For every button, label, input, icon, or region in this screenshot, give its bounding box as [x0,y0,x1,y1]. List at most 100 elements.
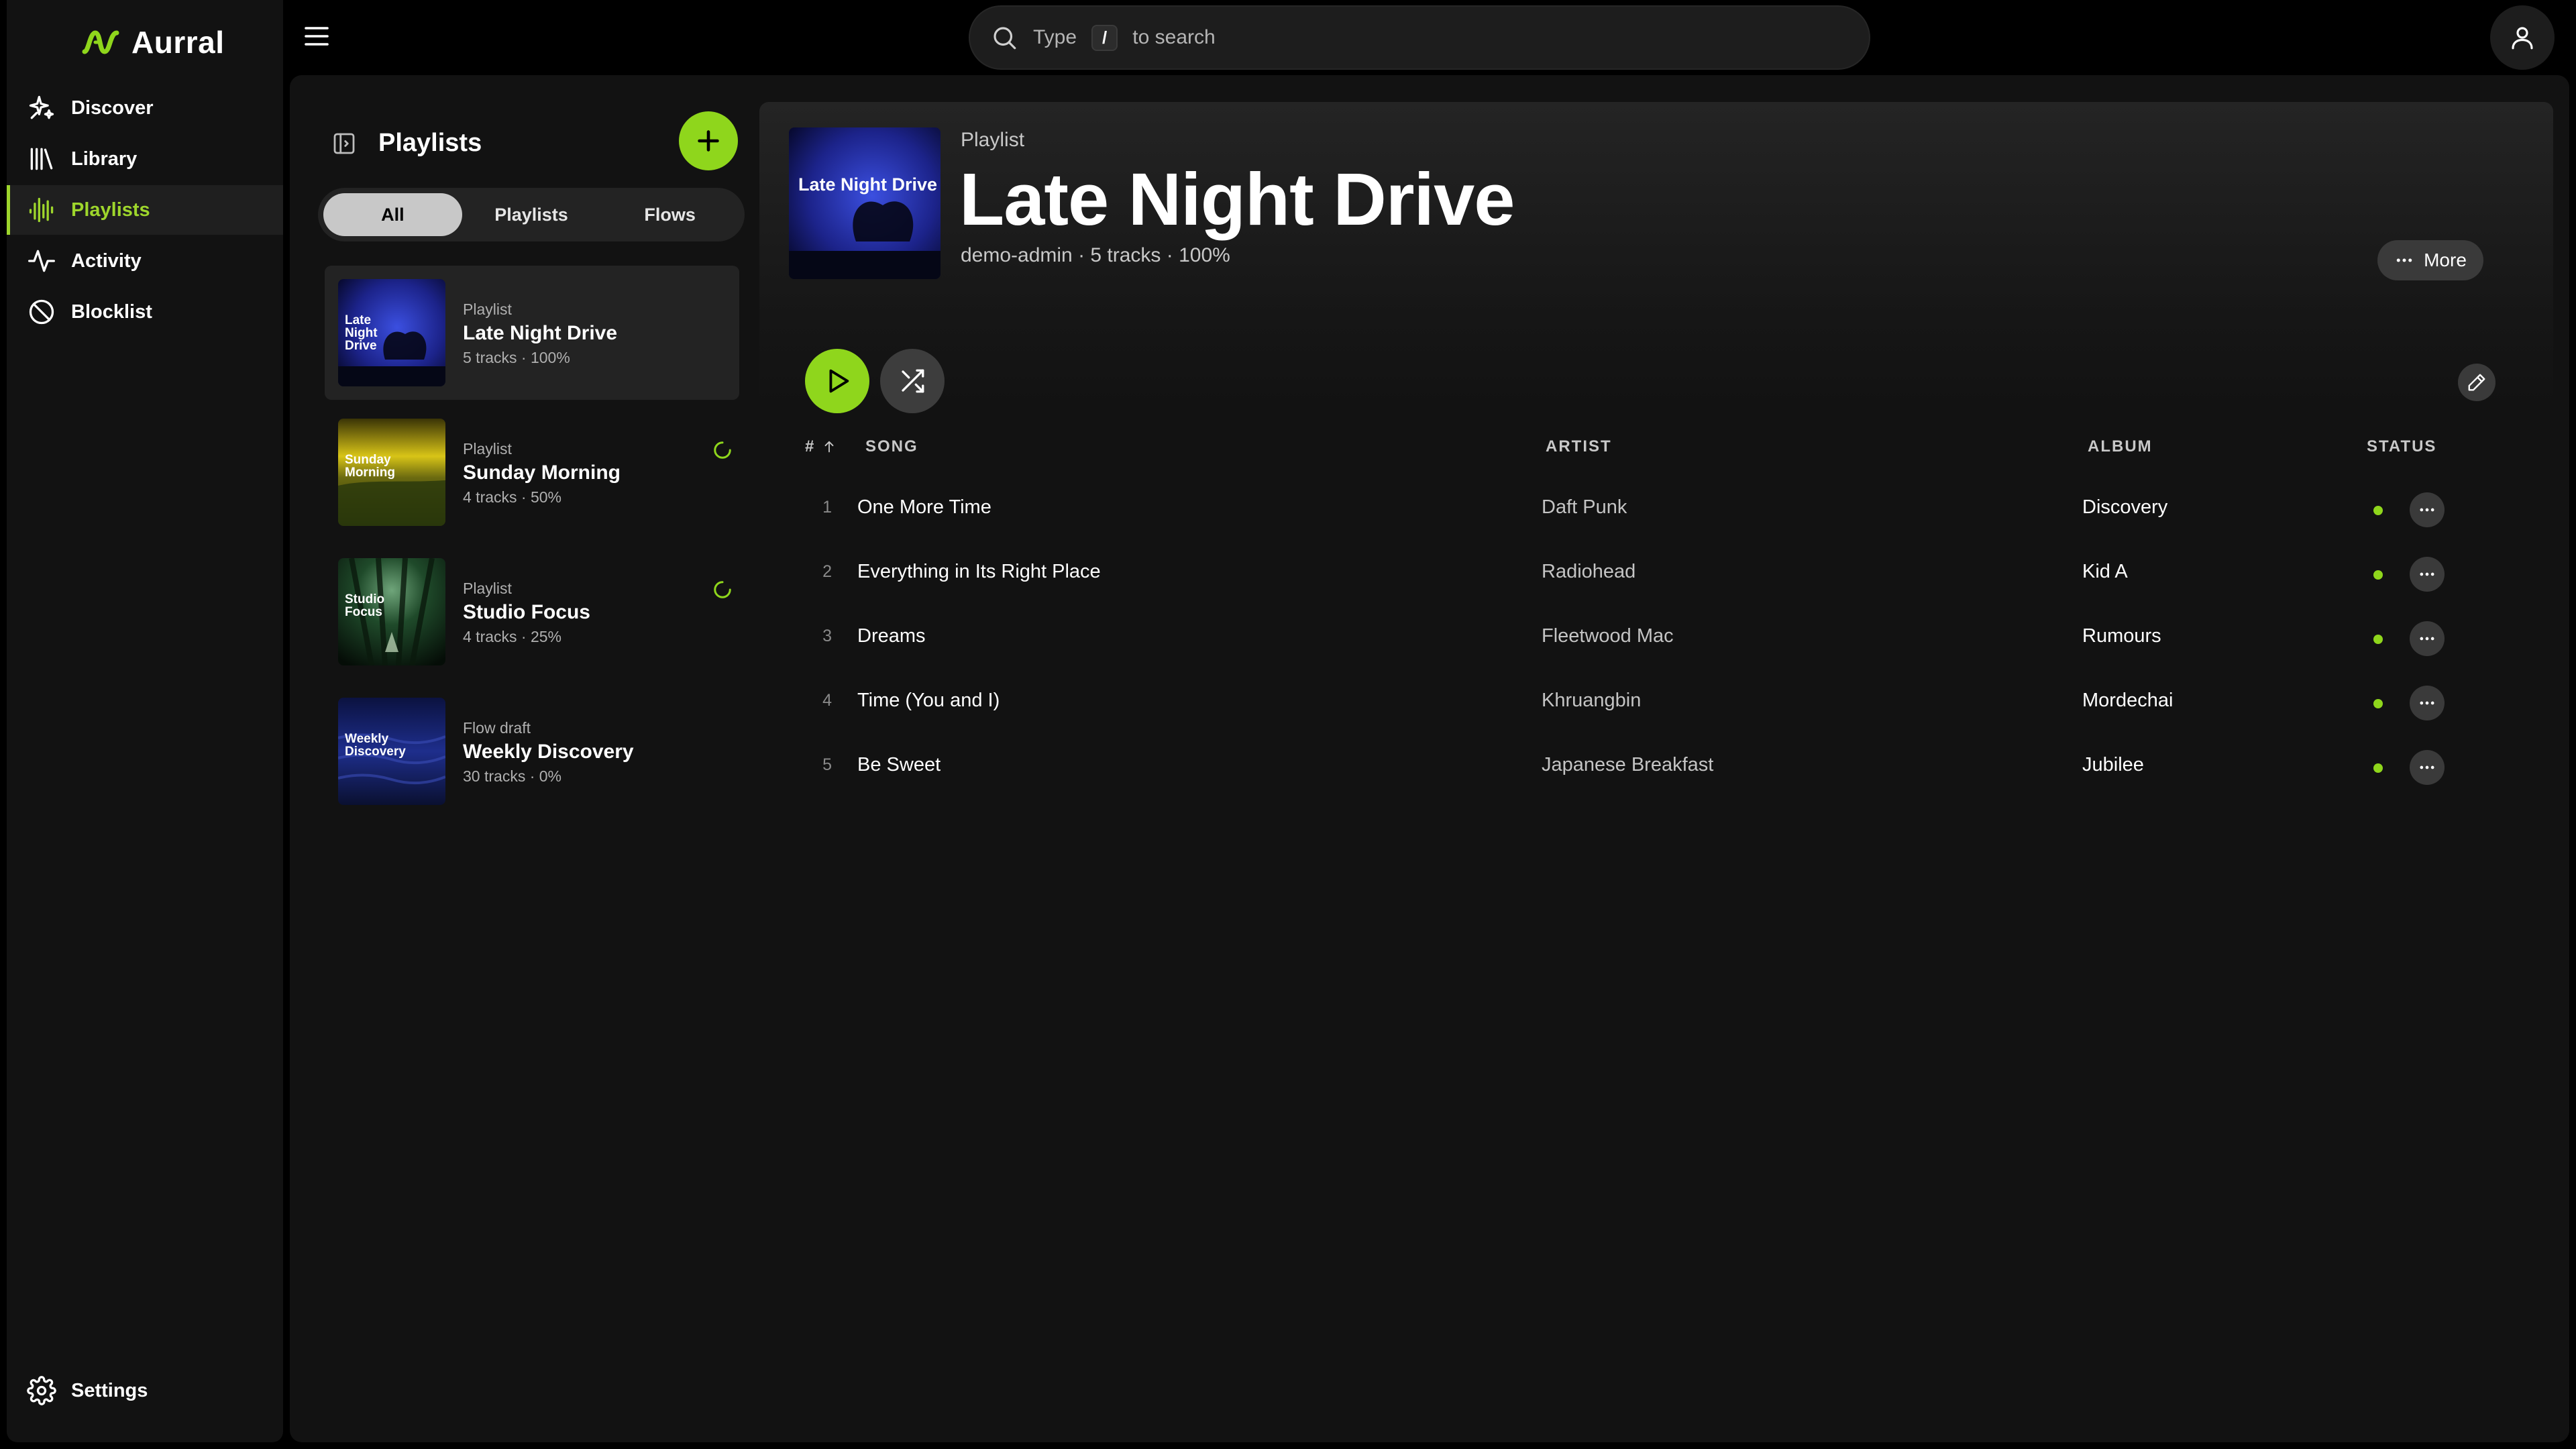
syncing-icon [712,580,733,600]
track-artist[interactable]: Daft Punk [1542,496,1627,519]
playlist-detail: Late Night Drive Playlist Late Night Dri… [759,102,2553,1430]
tab-all[interactable]: All [323,193,462,236]
search-icon [990,23,1018,52]
playlist-name: Weekly Discovery [463,741,634,763]
track-song: Dreams [857,625,926,647]
column-header-number[interactable]: # [805,437,837,456]
playlist-card-studio-focus[interactable]: Studio Focus Playlist Studio Focus 4 tra… [325,545,739,679]
profile-button[interactable] [2490,5,2555,70]
sidebar-item-playlists[interactable]: Playlists [7,185,283,235]
shuffle-button[interactable] [880,349,945,413]
edit-button[interactable] [2458,364,2496,401]
track-artist[interactable]: Fleetwood Mac [1542,625,1674,647]
playlist-meta: 4 tracks · 25% [463,628,561,645]
search-bar[interactable]: Type / to search [969,5,1870,70]
playlist-name: Late Night Drive [463,322,618,344]
add-playlist-button[interactable] [679,111,738,170]
play-icon [822,366,853,396]
track-menu-button[interactable] [2410,492,2445,527]
cover-text: Sunday Morning [345,453,395,480]
playlist-cover: Sunday Morning [338,419,445,526]
column-header-status[interactable]: STATUS [2367,437,2436,456]
sidebar-item-label: Activity [71,250,142,272]
status-dot [2373,506,2383,515]
menu-icon[interactable] [301,20,333,52]
playlist-card-late-night-drive[interactable]: Late Night Drive Playlist Late Night Dri… [325,266,739,400]
shuffle-icon [898,367,926,395]
track-album[interactable]: Jubilee [2082,754,2144,776]
table-row[interactable]: 3 Dreams Fleetwood Mac Rumours [792,606,2522,671]
table-row[interactable]: 4 Time (You and I) Khruangbin Mordechai [792,671,2522,735]
sidebar-item-label: Blocklist [71,301,152,323]
track-number: 1 [822,498,832,517]
column-header-album[interactable]: ALBUM [2088,437,2153,456]
track-menu-button[interactable] [2410,686,2445,720]
main-panel: Playlists All Playlists Flows Late Night… [290,75,2569,1442]
playlist-meta: 30 tracks · 0% [463,767,561,785]
table-row[interactable]: 2 Everything in Its Right Place Radiohea… [792,542,2522,606]
playlist-filter-tabs: All Playlists Flows [318,188,745,241]
more-horizontal-icon [2418,758,2436,777]
playlist-cover: Late Night Drive [338,279,445,386]
sidebar-item-settings[interactable]: Settings [7,1366,283,1415]
column-header-song[interactable]: SONG [865,437,918,456]
search-shortcut-key: / [1091,24,1118,51]
playlist-kind: Playlist [463,301,512,318]
track-artist[interactable]: Japanese Breakfast [1542,754,1713,776]
track-album[interactable]: Discovery [2082,496,2167,519]
cover-text: Weekly Discovery [345,732,406,759]
track-artist[interactable]: Radiohead [1542,561,1635,583]
track-menu-button[interactable] [2410,750,2445,785]
play-button[interactable] [805,349,869,413]
cover-text: Studio Focus [345,592,385,619]
detail-meta: demo-admin · 5 tracks · 100% [961,244,1230,266]
track-song: Be Sweet [857,754,941,775]
status-dot [2373,763,2383,773]
sidebar-item-label: Playlists [71,199,150,221]
tab-playlists[interactable]: Playlists [462,193,601,236]
playlists-title: Playlists [378,129,482,157]
sidebar: Aurral Discover Library Playlists Activi… [7,0,283,1442]
playlist-kind: Playlist [463,580,512,597]
more-horizontal-icon [2418,565,2436,584]
column-header-artist[interactable]: ARTIST [1546,437,1612,456]
track-number: 2 [822,562,832,581]
detail-kind: Playlist [961,129,1025,151]
playlist-meta: 4 tracks · 50% [463,488,561,506]
sidebar-item-activity[interactable]: Activity [7,236,283,286]
more-button[interactable]: More [2377,240,2483,280]
sidebar-item-discover[interactable]: Discover [7,83,283,133]
table-row[interactable]: 5 Be Sweet Japanese Breakfast Jubilee [792,735,2522,800]
brand[interactable]: Aurral [80,20,224,64]
status-dot [2373,635,2383,644]
gear-icon [27,1376,56,1405]
track-album[interactable]: Mordechai [2082,690,2173,712]
playlist-card-sunday-morning[interactable]: Sunday Morning Playlist Sunday Morning 4… [325,405,739,539]
playlist-card-weekly-discovery[interactable]: Weekly Discovery Flow draft Weekly Disco… [325,684,739,818]
playlists-header: Playlists [330,129,482,158]
track-menu-button[interactable] [2410,557,2445,592]
playlist-meta: 5 tracks · 100% [463,349,570,366]
table-row[interactable]: 1 One More Time Daft Punk Discovery [792,478,2522,542]
playlists-icon [27,195,56,225]
collapse-panel-icon[interactable] [330,129,358,158]
playlist-kind: Flow draft [463,719,531,737]
more-horizontal-icon [2418,500,2436,519]
library-icon [27,144,56,174]
track-album[interactable]: Rumours [2082,625,2161,647]
track-artist[interactable]: Khruangbin [1542,690,1641,712]
sidebar-item-library[interactable]: Library [7,134,283,184]
track-song: One More Time [857,496,991,518]
track-album[interactable]: Kid A [2082,561,2128,583]
activity-icon [27,246,56,276]
track-menu-button[interactable] [2410,621,2445,656]
blocklist-icon [27,297,56,327]
pencil-icon [2467,372,2487,392]
syncing-icon [712,440,733,460]
search-hint-suffix: to search [1132,26,1216,48]
sidebar-item-blocklist[interactable]: Blocklist [7,287,283,337]
status-dot [2373,699,2383,708]
track-song: Time (You and I) [857,690,1000,711]
page-title: Late Night Drive [959,158,1515,241]
tab-flows[interactable]: Flows [600,193,739,236]
